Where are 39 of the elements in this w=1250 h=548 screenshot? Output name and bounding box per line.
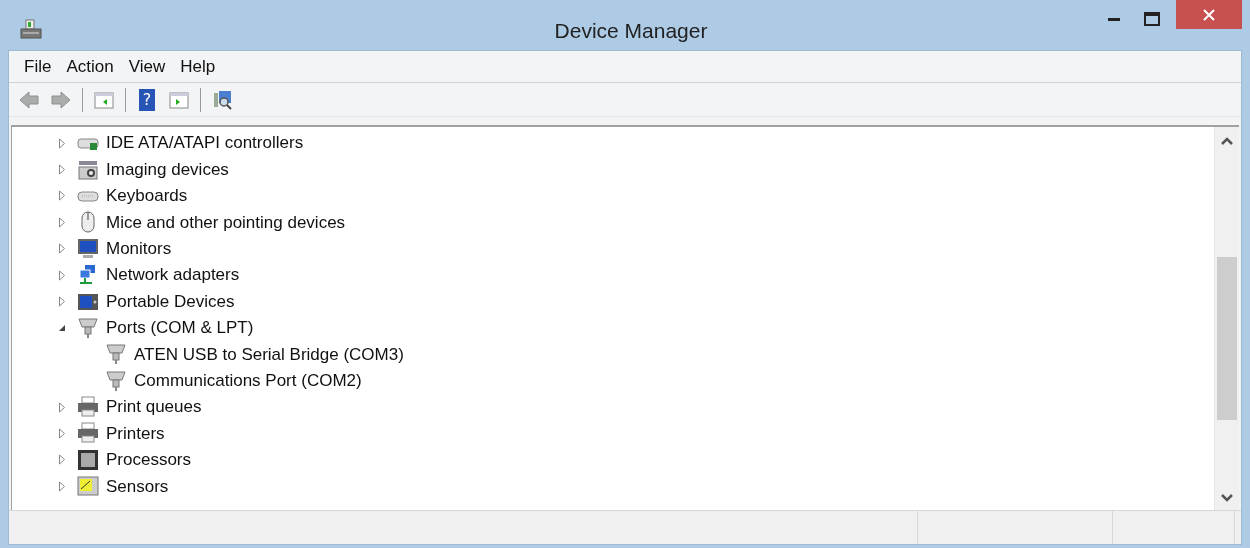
monitor-icon — [77, 237, 99, 260]
scrollbar[interactable] — [1214, 127, 1239, 510]
maximize-icon — [1144, 12, 1160, 26]
tree-item[interactable]: Ports (COM & LPT) — [106, 315, 254, 341]
tree-item[interactable]: Portable Devices — [106, 288, 235, 315]
tree-item[interactable]: Print queues — [106, 394, 202, 420]
tree-item[interactable]: IDE ATA/ATAPI controllers — [106, 130, 304, 156]
printer-icon — [77, 422, 99, 445]
tree-item[interactable]: ATEN USB to Serial Bridge (COM3) — [134, 341, 404, 368]
menu-item[interactable]: Help — [173, 53, 223, 80]
scroll-up-icon[interactable] — [1221, 137, 1233, 145]
close-icon — [1203, 8, 1215, 21]
tree-item[interactable]: Printers — [106, 420, 165, 447]
tree-item[interactable]: Communications Port (COM2) — [134, 367, 362, 394]
computer-icon[interactable] — [20, 18, 42, 40]
tree-item[interactable]: Monitors — [106, 236, 172, 262]
tree-item[interactable]: Sensors — [106, 473, 169, 499]
printer-icon — [77, 396, 99, 419]
scrollbar-thumb[interactable] — [1217, 257, 1237, 420]
close-button[interactable] — [1176, 0, 1242, 29]
help-button[interactable]: ? — [139, 88, 155, 111]
camera-icon — [77, 158, 99, 181]
chip-icon — [77, 448, 99, 471]
tree-item[interactable]: Network adapters — [106, 262, 240, 288]
tree-item[interactable]: Mice and other pointing devices — [106, 209, 346, 236]
tree-item[interactable]: Imaging devices — [106, 156, 229, 183]
menu-item[interactable]: Action — [59, 53, 121, 80]
port-icon — [105, 343, 127, 366]
port-icon — [105, 369, 127, 392]
monitor-magnifier-icon — [211, 88, 233, 111]
menu-item[interactable]: View — [121, 53, 173, 80]
scroll-down-icon[interactable] — [1221, 494, 1233, 502]
menu-item[interactable]: File — [17, 53, 59, 80]
window-title: Device Manager — [554, 18, 708, 44]
port-icon — [77, 316, 99, 339]
sensor-icon — [77, 475, 99, 498]
minimize-icon — [1108, 17, 1120, 21]
tree-item[interactable]: Processors — [106, 447, 192, 473]
tree-item[interactable]: Keyboards — [106, 183, 188, 209]
